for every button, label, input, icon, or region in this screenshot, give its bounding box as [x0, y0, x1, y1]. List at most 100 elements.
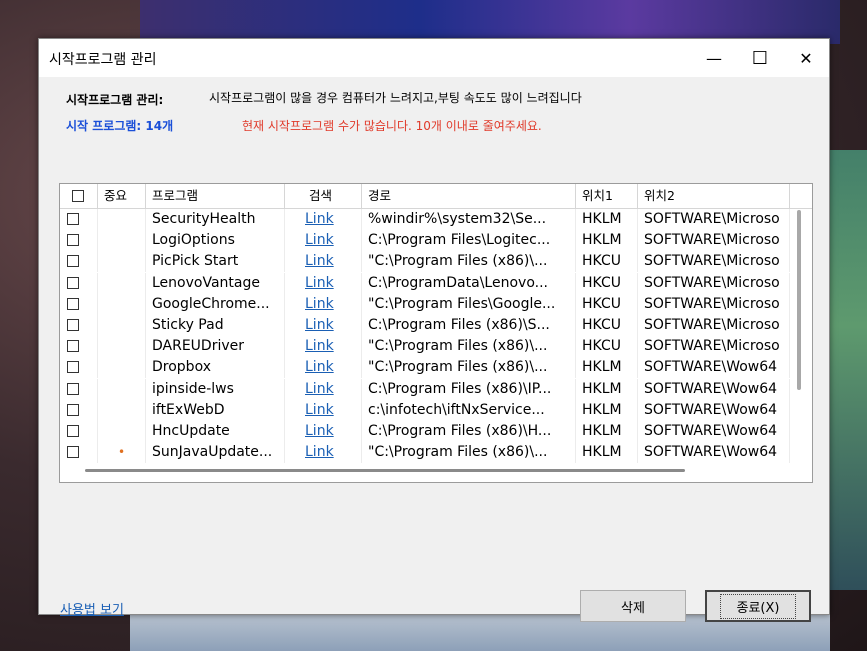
horizontal-scrollbar[interactable] [85, 469, 685, 472]
column-header-search[interactable]: 검색 [285, 184, 362, 208]
table-row[interactable]: Sticky Pad Link C:\Program Files (x86)\S..… [60, 315, 792, 336]
cell-location2: SOFTWARE\Wow64 [638, 357, 790, 379]
row-checkbox[interactable] [67, 276, 79, 289]
cell-path: C:\ProgramData\Lenovo... [362, 272, 576, 294]
close-button[interactable]: ✕ [783, 39, 829, 77]
vertical-scrollbar[interactable] [797, 210, 801, 390]
row-checkbox[interactable] [67, 382, 79, 395]
cell-important [98, 421, 146, 442]
cell-location2-text: SOFTWARE\Microso [644, 338, 780, 355]
column-header-location1[interactable]: 위치1 [576, 184, 638, 208]
cell-location1-text: HKLM [582, 211, 622, 227]
cell-search-link-text[interactable]: Link [305, 402, 334, 418]
cell-search-link-text[interactable]: Link [305, 317, 334, 333]
cell-path: "C:\Program Files\Google... [362, 293, 576, 315]
row-checkbox[interactable] [67, 319, 79, 331]
title-bar[interactable]: 시작프로그램 관리 — ☐ ✕ [39, 39, 829, 77]
cell-location1: HKLM [576, 378, 638, 400]
maximize-button[interactable]: ☐ [737, 39, 783, 77]
cell-search-link-text[interactable]: Link [305, 359, 334, 375]
cell-checkbox [60, 399, 98, 421]
cell-path-text: C:\Program Files\Logitec... [368, 232, 551, 249]
cell-checkbox [60, 230, 98, 252]
column-header-location2[interactable]: 위치2 [638, 184, 790, 208]
cell-location1: HKCU [576, 251, 638, 273]
table-row[interactable]: Dropbox Link "C:\Program Files (x86)\... HK… [60, 357, 792, 379]
cell-search-link[interactable]: Link [285, 293, 362, 315]
cell-program-text: SunJavaUpdate... [152, 444, 273, 461]
table-row[interactable]: PicPick Start Link "C:\Program Files (x86)… [60, 251, 792, 273]
cell-program-text: SecurityHealth [152, 211, 256, 227]
cell-location2: SOFTWARE\Wow64 [638, 442, 790, 464]
minimize-button[interactable]: — [691, 39, 737, 77]
cell-search-link[interactable]: Link [285, 209, 362, 230]
cell-path: %windir%\system32\Se... [362, 209, 576, 230]
cell-search-link-text[interactable]: Link [305, 381, 334, 397]
cell-search-link[interactable]: Link [285, 272, 362, 294]
cell-important [98, 293, 146, 315]
table-row[interactable]: LogiOptions Link C:\Program Files\Logitec.… [60, 230, 792, 252]
cell-program-text: ipinside-lws [152, 380, 234, 397]
warning-message: 현재 시작프로그램 수가 많습니다. 10개 이내로 줄여주세요. [242, 119, 542, 133]
cell-location2-text: SOFTWARE\Microso [644, 253, 780, 270]
cell-location1-text: HKCU [582, 295, 621, 312]
cell-search-link-text[interactable]: Link [305, 275, 334, 291]
cell-search-link-text[interactable]: Link [305, 253, 334, 269]
cell-search-link-text[interactable]: Link [305, 423, 334, 439]
cell-search-link[interactable]: Link [285, 399, 362, 421]
cell-location2: SOFTWARE\Microso [638, 315, 790, 336]
cell-path-text: "C:\Program Files (x86)\... [368, 253, 548, 270]
cell-search-link-text[interactable]: Link [305, 296, 334, 312]
cell-location1: HKCU [576, 272, 638, 294]
table-header: 중요 프로그램 검색 경로 위치1 위치2 [60, 184, 812, 209]
cell-search-link[interactable]: Link [285, 421, 362, 442]
cell-search-link[interactable]: Link [285, 378, 362, 400]
cell-program: ipinside-lws [146, 378, 285, 400]
cell-search-link[interactable]: Link [285, 230, 362, 252]
cell-search-link-text[interactable]: Link [305, 232, 334, 248]
exit-button[interactable]: 종료(X) [705, 590, 811, 622]
row-checkbox[interactable] [67, 213, 79, 225]
cell-important [98, 336, 146, 358]
cell-search-link-text[interactable]: Link [305, 211, 334, 227]
delete-button[interactable]: 삭제 [580, 590, 686, 622]
table-row[interactable]: GoogleChrome... Link "C:\Program Files\Goo… [60, 293, 792, 315]
row-checkbox[interactable] [67, 425, 79, 437]
row-checkbox[interactable] [67, 234, 79, 247]
cell-search-link-text[interactable]: Link [305, 338, 334, 354]
column-header-important[interactable]: 중요 [98, 184, 146, 208]
table-row[interactable]: DAREUDriver Link "C:\Program Files (x86)\.… [60, 336, 792, 358]
row-checkbox[interactable] [67, 255, 79, 268]
cell-program-text: GoogleChrome... [152, 295, 270, 312]
table-row[interactable]: LenovoVantage Link C:\ProgramData\Lenovo..… [60, 272, 792, 294]
cell-checkbox [60, 357, 98, 379]
select-all-checkbox[interactable] [72, 190, 84, 202]
table-row[interactable]: ipinside-lws Link C:\Program Files (x86)\I… [60, 378, 792, 400]
startup-programs-table[interactable]: 중요 프로그램 검색 경로 위치1 위치2 SecurityHealth Link… [59, 183, 813, 483]
cell-search-link[interactable]: Link [285, 357, 362, 379]
cell-search-link[interactable]: Link [285, 442, 362, 464]
table-row[interactable]: • SunJavaUpdate... Link "C:\Program Files (… [60, 442, 792, 464]
cell-location2: SOFTWARE\Microso [638, 293, 790, 315]
column-header-program[interactable]: 프로그램 [146, 184, 285, 208]
cell-program: iftExWebD [146, 399, 285, 421]
row-checkbox[interactable] [67, 361, 79, 374]
row-checkbox[interactable] [67, 340, 79, 353]
cell-search-link[interactable]: Link [285, 251, 362, 273]
row-checkbox[interactable] [67, 403, 79, 416]
cell-important [98, 251, 146, 273]
cell-search-link[interactable]: Link [285, 336, 362, 358]
column-header-path[interactable]: 경로 [362, 184, 576, 208]
row-checkbox[interactable] [67, 297, 79, 310]
table-row[interactable]: SecurityHealth Link %windir%\system32\Se..… [60, 209, 792, 230]
cell-path: "C:\Program Files (x86)\... [362, 442, 576, 464]
table-row[interactable]: iftExWebD Link c:\infotech\iftNxService...… [60, 399, 792, 421]
table-row[interactable]: HncUpdate Link C:\Program Files (x86)\H...… [60, 421, 792, 442]
row-checkbox[interactable] [67, 446, 79, 459]
help-link[interactable]: 사용법 보기 [60, 599, 124, 618]
cell-search-link[interactable]: Link [285, 315, 362, 336]
cell-program-text: DAREUDriver [152, 338, 245, 355]
cell-search-link-text[interactable]: Link [305, 444, 334, 460]
cell-location2-text: SOFTWARE\Microso [644, 317, 780, 333]
cell-location2-text: SOFTWARE\Wow64 [644, 359, 778, 376]
